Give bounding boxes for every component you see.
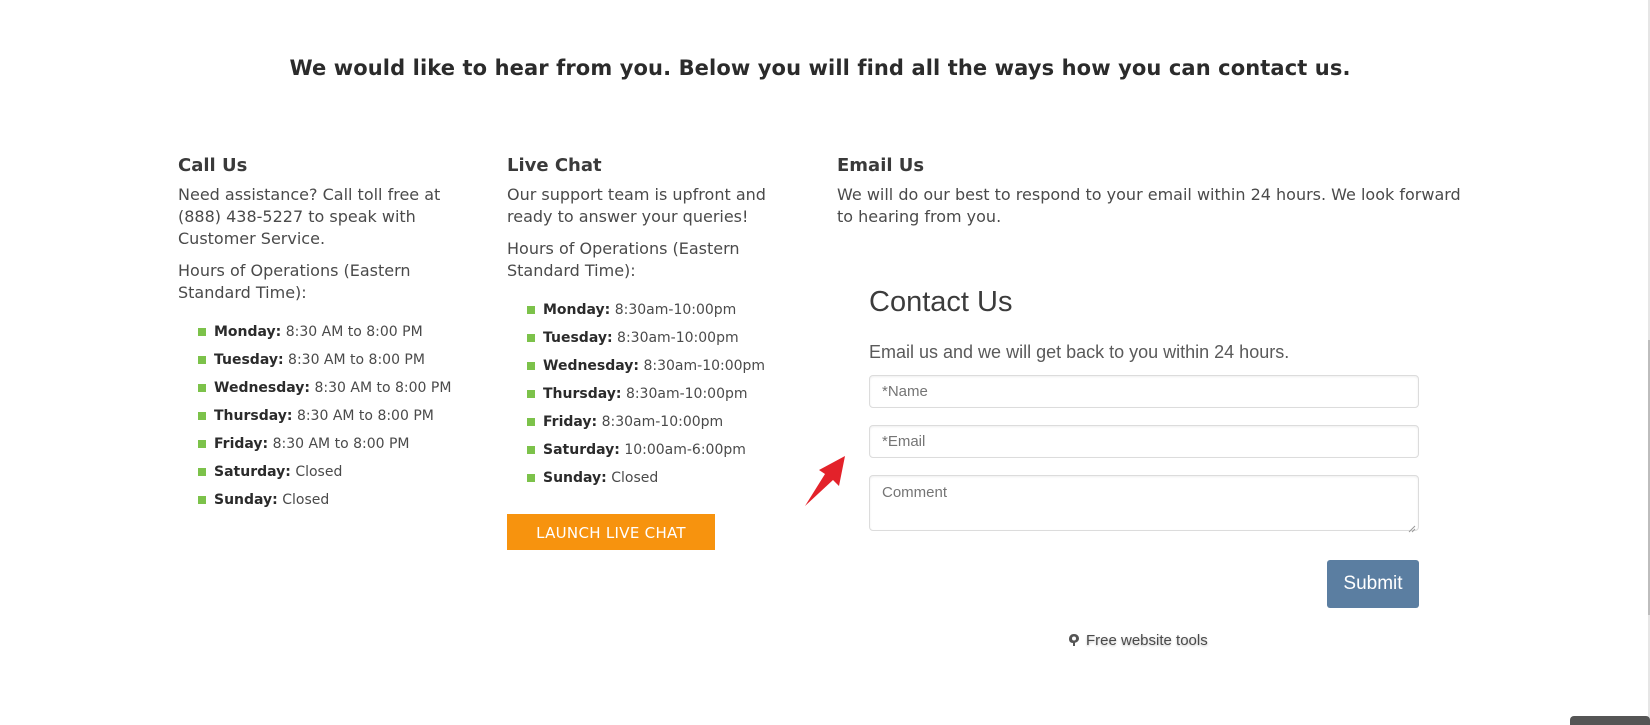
hours-time: 10:00am-6:00pm xyxy=(624,442,746,458)
hours-item: Wednesday: 8:30 AM to 8:00 PM xyxy=(198,374,458,402)
hours-time: 8:30am-10:00pm xyxy=(625,386,748,402)
hours-time: 8:30 AM to 8:00 PM xyxy=(296,408,434,424)
hours-day: Thursday: xyxy=(214,408,293,424)
contact-form-title: Contact Us xyxy=(869,286,1013,318)
hours-day: Friday: xyxy=(214,436,269,452)
call-us-section: Call Us Need assistance? Call toll free … xyxy=(178,155,458,514)
bullet-square-icon xyxy=(527,474,535,482)
launch-live-chat-button[interactable]: LAUNCH LIVE CHAT xyxy=(507,514,715,550)
hours-time: 8:30am-10:00pm xyxy=(601,414,724,430)
hours-item: Saturday: 10:00am-6:00pm xyxy=(527,436,782,464)
resize-handle-icon[interactable] xyxy=(1408,525,1416,533)
contact-form: Contact Us Email us and we will get back… xyxy=(869,286,1419,620)
submit-row: Submit xyxy=(869,560,1419,620)
hours-day: Monday: xyxy=(214,324,282,340)
hours-day: Sunday: xyxy=(543,470,607,486)
bullet-square-icon xyxy=(198,412,206,420)
name-input[interactable] xyxy=(869,375,1419,408)
hours-time: 8:30 AM to 8:00 PM xyxy=(272,436,410,452)
bullet-square-icon xyxy=(198,468,206,476)
call-us-description: Need assistance? Call toll free at (888)… xyxy=(178,185,441,248)
hours-time: Closed xyxy=(295,464,343,480)
live-chat-description: Our support team is upfront and ready to… xyxy=(507,185,766,226)
bullet-square-icon xyxy=(198,384,206,392)
bullet-square-icon xyxy=(527,390,535,398)
hours-time: Closed xyxy=(611,470,659,486)
hours-time: Closed xyxy=(282,492,330,508)
red-arrow-icon xyxy=(805,456,845,506)
hours-time: 8:30am-10:00pm xyxy=(614,302,737,318)
hours-item: Monday: 8:30am-10:00pm xyxy=(527,296,782,324)
hours-item: Saturday: Closed xyxy=(198,458,458,486)
bullet-square-icon xyxy=(527,334,535,342)
bullet-square-icon xyxy=(198,328,206,336)
hours-item: Thursday: 8:30 AM to 8:00 PM xyxy=(198,402,458,430)
call-us-hours-title: Hours of Operations (Eastern Standard Ti… xyxy=(178,261,411,302)
free-website-tools-link[interactable]: Free website tools xyxy=(1068,632,1208,649)
bullet-square-icon xyxy=(198,496,206,504)
hours-day: Tuesday: xyxy=(214,352,284,368)
bullet-square-icon xyxy=(527,446,535,454)
bullet-square-icon xyxy=(198,356,206,364)
hours-time: 8:30 AM to 8:00 PM xyxy=(288,352,425,368)
hours-item: Thursday: 8:30am-10:00pm xyxy=(527,380,782,408)
hours-day: Friday: xyxy=(543,414,598,430)
hours-item: Friday: 8:30 AM to 8:00 PM xyxy=(198,430,458,458)
free-website-tools-label: Free website tools xyxy=(1086,632,1208,649)
call-us-title: Call Us xyxy=(178,155,248,176)
hours-time: 8:30 AM to 8:00 PM xyxy=(285,324,423,340)
comment-textarea[interactable] xyxy=(869,475,1419,531)
hours-day: Wednesday: xyxy=(543,358,640,374)
call-us-hours-list: Monday: 8:30 AM to 8:00 PM Tuesday: 8:30… xyxy=(178,318,458,514)
live-chat-hours-list: Monday: 8:30am-10:00pm Tuesday: 8:30am-1… xyxy=(507,296,782,492)
hours-day: Saturday: xyxy=(214,464,291,480)
hours-item: Sunday: Closed xyxy=(527,464,782,492)
hours-day: Sunday: xyxy=(214,492,278,508)
live-chat-title: Live Chat xyxy=(507,155,602,176)
hours-time: 8:30am-10:00pm xyxy=(617,330,739,346)
hours-time: 8:30 AM to 8:00 PM xyxy=(314,380,452,396)
hours-day: Thursday: xyxy=(543,386,622,402)
tools-logo-icon xyxy=(1069,634,1079,646)
hours-item: Tuesday: 8:30am-10:00pm xyxy=(527,324,782,352)
bullet-square-icon xyxy=(527,362,535,370)
email-us-title: Email Us xyxy=(837,155,925,176)
bullet-square-icon xyxy=(527,418,535,426)
hours-item: Sunday: Closed xyxy=(198,486,458,514)
comment-wrapper xyxy=(869,458,1419,536)
submit-button[interactable]: Submit xyxy=(1327,560,1419,608)
hours-day: Wednesday: xyxy=(214,380,311,396)
live-chat-section: Live Chat Our support team is upfront an… xyxy=(507,155,782,550)
bullet-square-icon xyxy=(198,440,206,448)
hours-item: Monday: 8:30 AM to 8:00 PM xyxy=(198,318,458,346)
live-chat-hours-title: Hours of Operations (Eastern Standard Ti… xyxy=(507,239,740,280)
contact-form-subtitle: Email us and we will get back to you wit… xyxy=(869,342,1290,362)
page-headline: We would like to hear from you. Below yo… xyxy=(289,56,1351,80)
hours-time: 8:30am-10:00pm xyxy=(643,358,766,374)
hours-day: Tuesday: xyxy=(543,330,613,346)
hours-item: Tuesday: 8:30 AM to 8:00 PM xyxy=(198,346,458,374)
bullet-square-icon xyxy=(527,306,535,314)
hours-item: Friday: 8:30am-10:00pm xyxy=(527,408,782,436)
email-input[interactable] xyxy=(869,425,1419,458)
corner-widget-tab[interactable] xyxy=(1570,716,1650,725)
email-us-description: We will do our best to respond to your e… xyxy=(837,185,1461,226)
hours-item: Wednesday: 8:30am-10:00pm xyxy=(527,352,782,380)
email-us-section: Email Us We will do our best to respond … xyxy=(837,155,1477,228)
hours-day: Saturday: xyxy=(543,442,620,458)
hours-day: Monday: xyxy=(543,302,611,318)
